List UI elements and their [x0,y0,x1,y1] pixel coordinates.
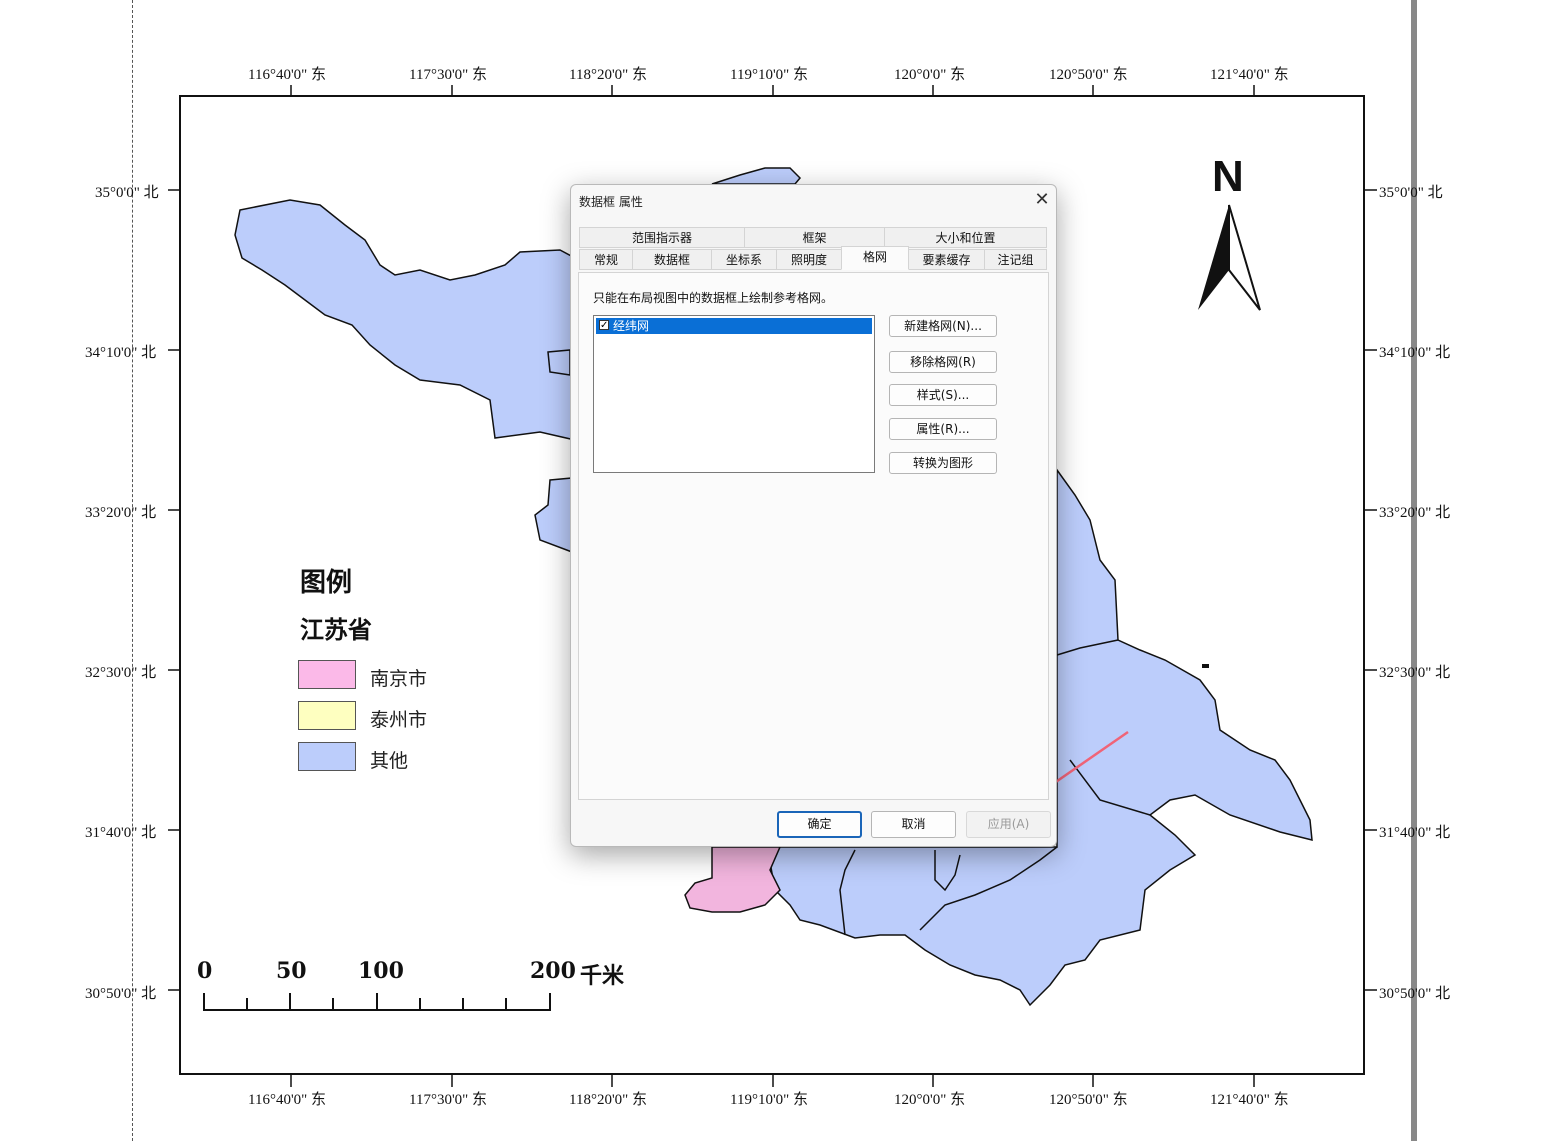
properties-button[interactable]: 属性(R)... [889,418,997,440]
top-tick-label: 118°20'0" 东 [569,67,648,83]
bottom-tick-label: 118°20'0" 东 [569,1092,648,1108]
left-tick-label: 33°20'0" 北 [85,505,157,521]
grid-item-label: 经纬网 [613,319,650,333]
ok-button[interactable]: 确定 [777,811,862,838]
dialog-title: 数据框 属性 [579,195,643,209]
legend-swatch-taizhou [298,701,356,730]
cancel-button[interactable]: 取消 [871,811,956,838]
bottom-tick-label: 121°40'0" 东 [1210,1092,1289,1108]
region-north-other [234,199,576,441]
apply-button[interactable]: 应用(A) [966,811,1051,838]
left-tick-label: 35°0'0" 北 [95,185,159,201]
right-tick-label: 31°40'0" 北 [1379,825,1451,841]
close-icon[interactable]: ✕ [1029,188,1055,212]
scale-label: 100 [358,958,404,984]
region-nanjing [684,846,782,913]
top-tick-label: 120°0'0" 东 [894,67,966,83]
tab-general[interactable]: 常规 [579,249,633,270]
top-tick-label: 120°50'0" 东 [1049,67,1128,83]
legend-title: 图例 [300,568,353,598]
new-grid-button[interactable]: 新建格网(N)... [889,315,997,337]
scale-label: 0 [197,958,213,984]
left-tick-label: 31°40'0" 北 [85,825,157,841]
right-tick-label: 35°0'0" 北 [1379,185,1443,201]
legend-label: 泰州市 [370,709,428,731]
right-tick-label: 30°50'0" 北 [1379,986,1451,1002]
top-tick-label: 117°30'0" 东 [409,67,488,83]
legend-layer-name: 江苏省 [300,615,372,644]
style-button[interactable]: 样式(S)... [889,384,997,406]
top-tick-label: 119°10'0" 东 [730,67,809,83]
tab-frame[interactable]: 框架 [744,227,885,248]
legend-swatch-other [298,742,356,771]
bottom-tick-label: 120°0'0" 东 [894,1092,966,1108]
grid-description: 只能在布局视图中的数据框上绘制参考格网。 [593,291,834,305]
grid-list[interactable]: ✓ 经纬网 [593,315,875,473]
tab-extent-indicators[interactable]: 范围指示器 [579,227,745,248]
tab-illumination[interactable]: 照明度 [776,249,842,270]
left-tick-label: 30°50'0" 北 [85,986,157,1002]
tab-data-frame[interactable]: 数据框 [632,249,712,270]
legend-swatch-nanjing [298,660,356,689]
tab-grids[interactable]: 格网 [841,246,909,270]
scale-bar [203,993,551,1011]
tab-annotation-groups[interactable]: 注记组 [984,249,1047,270]
left-tick-label: 34°10'0" 北 [85,345,157,361]
north-arrow-label: N [1212,152,1244,201]
bottom-tick-label: 119°10'0" 东 [730,1092,809,1108]
north-arrow-icon [1198,204,1261,311]
tab-feature-cache[interactable]: 要素缓存 [908,249,985,270]
grid-checkbox[interactable]: ✓ [599,320,609,331]
data-frame-properties-dialog: 数据框 属性 ✕ 范围指示器 框架 大小和位置 常规 数据框 坐标系 照明度 格… [570,184,1057,847]
right-tick-label: 33°20'0" 北 [1379,505,1451,521]
convert-to-graphics-button[interactable]: 转换为图形 [889,452,997,474]
right-tick-label: 32°30'0" 北 [1379,665,1451,681]
remove-grid-button[interactable]: 移除格网(R) [889,351,997,373]
top-tick-label: 121°40'0" 东 [1210,67,1289,83]
bottom-tick-label: 116°40'0" 东 [248,1092,327,1108]
scale-label: 50 [276,958,307,984]
scale-label: 200 [530,958,576,984]
right-tick-label: 34°10'0" 北 [1379,345,1451,361]
tab-size-position[interactable]: 大小和位置 [884,227,1047,248]
scale-unit: 千米 [580,963,625,989]
left-tick-label: 32°30'0" 北 [85,665,157,681]
bottom-tick-label: 120°50'0" 东 [1049,1092,1128,1108]
top-tick-label: 116°40'0" 东 [248,67,327,83]
tab-coordinate-system[interactable]: 坐标系 [711,249,777,270]
bottom-tick-label: 117°30'0" 东 [409,1092,488,1108]
legend-label: 南京市 [370,668,428,690]
legend-label: 其他 [370,750,409,772]
list-item[interactable]: ✓ 经纬网 [596,318,872,334]
